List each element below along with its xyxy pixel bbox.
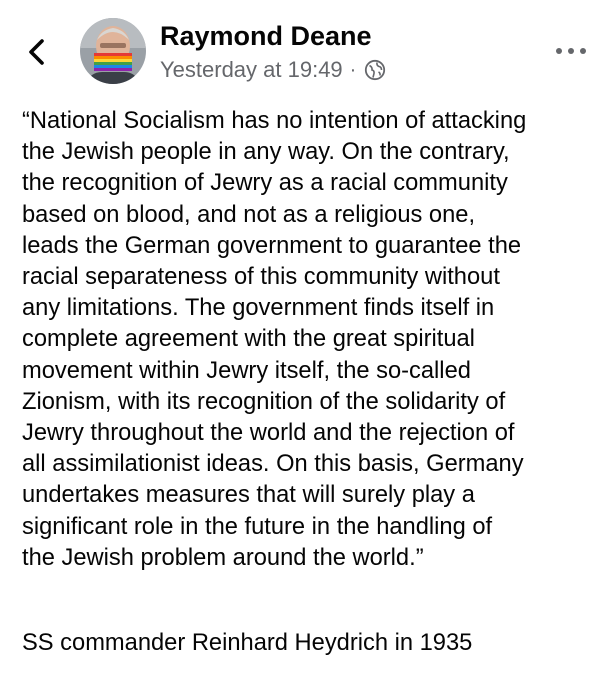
- post-attribution: SS commander Reinhard Heydrich in 1935: [22, 630, 473, 656]
- post-text-line: all assimilationist ideas. On this basis…: [22, 451, 524, 478]
- post-text-line: “National Socialism has no intention of …: [22, 108, 527, 134]
- post-text-line: any limitations. The government finds it…: [22, 295, 495, 322]
- post-text-line: Jewry throughout the world and the rejec…: [22, 420, 515, 447]
- post-text-line: racial separateness of this community wi…: [22, 264, 500, 291]
- post-text-line: undertakes measures that will surely pla…: [22, 482, 475, 509]
- author-name[interactable]: Raymond Deane: [160, 20, 372, 52]
- post-meta: Yesterday at 19:49 ·: [160, 55, 386, 85]
- back-button[interactable]: [22, 36, 52, 68]
- post-text-line: complete agreement with the great spirit…: [22, 326, 475, 353]
- avatar[interactable]: [80, 18, 146, 84]
- globe-icon[interactable]: [364, 59, 386, 81]
- post-text-line: movement within Jewry itself, the so-cal…: [22, 357, 471, 384]
- chevron-left-icon: [22, 36, 52, 68]
- post-text-line: the recognition of Jewry as a racial com…: [22, 170, 508, 197]
- post-text-line: based on blood, and not as a religious o…: [22, 201, 476, 228]
- post-text-line: the Jewish people in any way. On the con…: [22, 139, 510, 166]
- post-text-line: leads the German government to guarantee…: [22, 232, 522, 259]
- meta-separator: ·: [349, 58, 357, 81]
- post-text-line: significant role in the future in the ha…: [22, 513, 493, 540]
- post-text-line: Zionism, with its recognition of the sol…: [22, 388, 506, 415]
- post-timestamp[interactable]: Yesterday at 19:49: [160, 57, 343, 83]
- post-header: Raymond Deane Yesterday at 19:49 ·: [0, 0, 612, 100]
- more-options-button[interactable]: [552, 40, 590, 62]
- post-body-text: “National Socialism has no intention of …: [22, 106, 602, 574]
- more-horizontal-icon: [552, 40, 590, 62]
- post-text-line: the Jewish problem around the world.”: [22, 544, 424, 571]
